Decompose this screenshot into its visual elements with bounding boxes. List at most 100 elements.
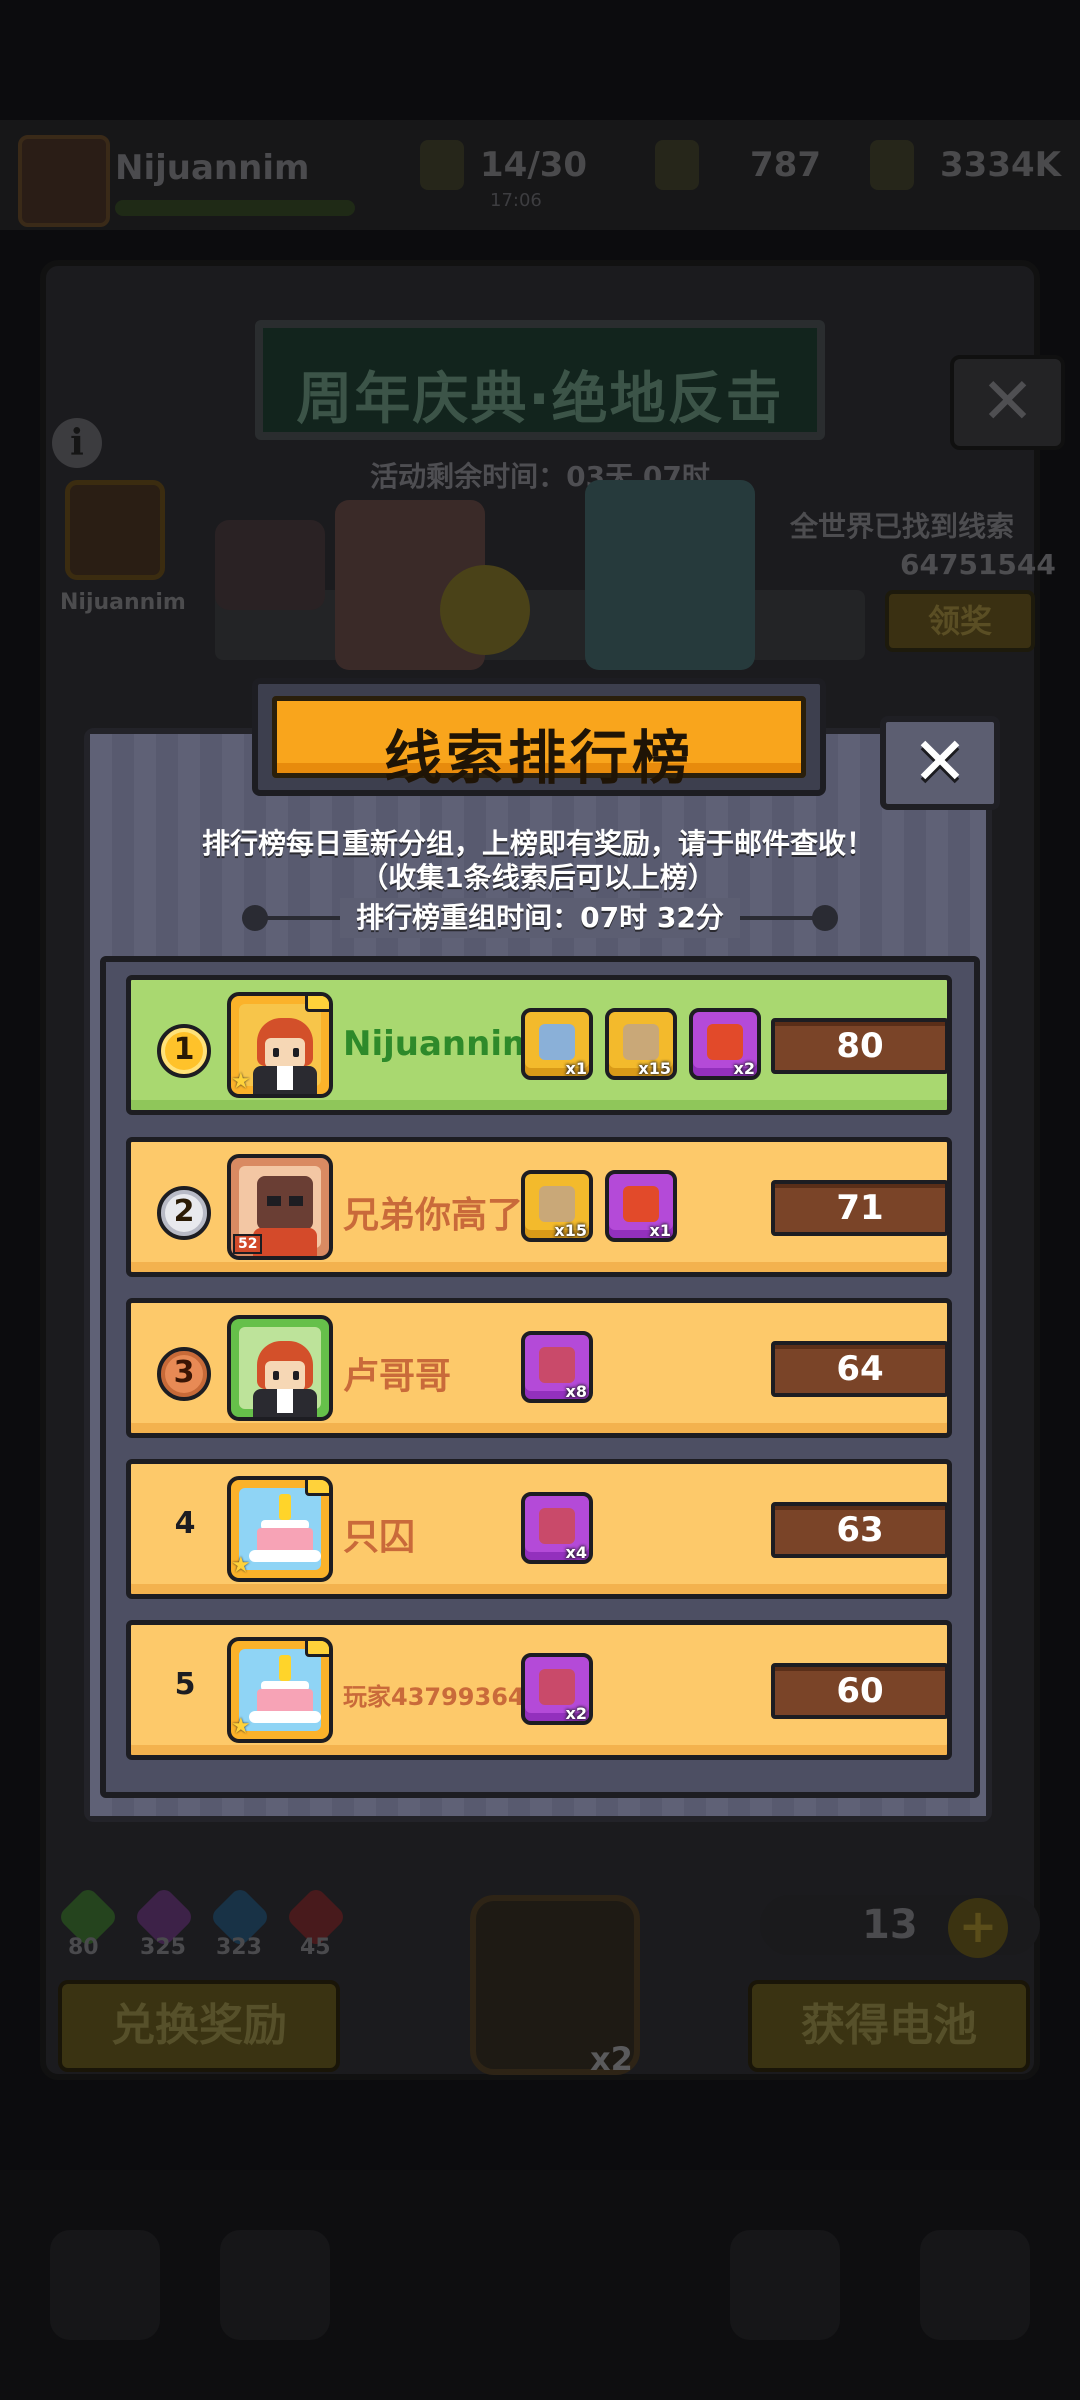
world-clues-label: 全世界已找到线索	[790, 510, 1015, 543]
close-button[interactable]: ✕	[880, 716, 1000, 810]
regroup-time: 排行榜重组时间：07时 32分	[340, 898, 740, 938]
shirt	[277, 1066, 293, 1090]
candle	[279, 1655, 291, 1681]
gem-currency-value: 787	[750, 145, 821, 185]
avatar-portrait	[239, 1649, 321, 1731]
leaderboard-row-1[interactable]: 1 ★ Nijuannim x1 x15 x2 80	[126, 975, 952, 1115]
red-gem-count: 45	[300, 1935, 331, 1960]
score-box: 80	[771, 1018, 949, 1074]
crown-icon	[305, 1641, 329, 1657]
leaderboard-row-3[interactable]: 3 卢哥哥 x8 64	[126, 1298, 952, 1438]
character-goggles-left	[215, 520, 325, 610]
rank-number: 4	[174, 1506, 196, 1541]
reward-count: x4	[565, 1543, 587, 1562]
reward-count: x1	[649, 1221, 671, 1240]
avatar: 52	[227, 1154, 333, 1260]
mask-head	[257, 1176, 313, 1230]
avatar	[227, 1315, 333, 1421]
lightbulb-icon	[440, 565, 530, 655]
add-battery-button[interactable]: +	[948, 1898, 1008, 1958]
gem-currency-icon	[655, 140, 699, 190]
reward-count: x2	[565, 1704, 587, 1723]
nav-item-1[interactable]	[50, 2230, 160, 2340]
player-avatar[interactable]	[18, 135, 110, 227]
event-close-button[interactable]: ✕	[950, 355, 1065, 450]
leaderboard-row-5[interactable]: 5 ★ 玩家43799364 x2 60	[126, 1620, 952, 1760]
gift-reward-icon[interactable]: x2	[689, 1008, 761, 1080]
clue-puzzle-reward-icon[interactable]: x2	[521, 1653, 593, 1725]
modal-header: 线索排行榜	[252, 678, 826, 796]
avatar: ★	[227, 992, 333, 1098]
coin-currency-icon	[870, 140, 914, 190]
info-icon[interactable]: i	[52, 418, 102, 468]
world-clues-count: 64751544	[900, 548, 1056, 581]
energy-timer: 17:06	[490, 190, 542, 211]
leaderboard-row-2[interactable]: 2 52 兄弟你高了 x15 x1 71	[126, 1137, 952, 1277]
scarf	[253, 1228, 317, 1256]
claim-button[interactable]: 领奖	[885, 590, 1035, 652]
purple-gem-count: 325	[140, 1935, 186, 1960]
green-gem-count: 80	[68, 1935, 99, 1960]
bottom-navigation	[0, 2170, 1080, 2400]
eye	[273, 1371, 279, 1380]
chest-reward-icon[interactable]: x15	[605, 1008, 677, 1080]
face	[265, 1038, 305, 1068]
nav-item-5[interactable]	[920, 2230, 1030, 2340]
energy-value: 14/30	[480, 145, 588, 185]
modal-title-bar: 线索排行榜	[272, 696, 806, 792]
avatar-portrait	[239, 1004, 321, 1094]
mask-eye	[289, 1196, 303, 1206]
clue-puzzle-reward-icon[interactable]: x4	[521, 1492, 593, 1564]
event-title: 周年庆典·绝地反击	[296, 367, 784, 432]
avatar: ★	[227, 1476, 333, 1582]
clue-puzzle-reward-icon[interactable]: x8	[521, 1331, 593, 1403]
candle	[279, 1494, 291, 1520]
rank-badge-silver: 2	[157, 1186, 211, 1240]
player-name: 只囚	[343, 1517, 416, 1558]
leaderboard-row-4[interactable]: 4 ★ 只囚 x4 63	[126, 1459, 952, 1599]
character-scientist	[585, 480, 755, 670]
divider-dot-right	[812, 905, 838, 931]
coin-currency-value: 3334K	[940, 145, 1061, 185]
reward-count: x8	[565, 1382, 587, 1401]
get-battery-button[interactable]: 获得电池	[748, 1980, 1030, 2072]
player-name: 卢哥哥	[343, 1356, 452, 1397]
star-icon: ★	[231, 1714, 251, 1739]
reward-count: x2	[733, 1059, 755, 1078]
magnifier-multiplier: x2	[590, 2040, 633, 2078]
rank-badge-bronze: 3	[157, 1347, 211, 1401]
reward-count: x1	[565, 1059, 587, 1078]
eye	[293, 1048, 299, 1057]
avatar-portrait	[239, 1327, 321, 1417]
chest-reward-icon[interactable]: x1	[521, 1008, 593, 1080]
event-title-plate: 周年庆典·绝地反击	[255, 320, 825, 440]
score-box: 60	[771, 1663, 949, 1719]
chest-art	[539, 1024, 575, 1060]
side-avatar[interactable]	[65, 480, 165, 580]
star-icon: ★	[231, 1069, 251, 1094]
eye	[293, 1371, 299, 1380]
player-name: Nijuannim	[115, 148, 310, 188]
gift-reward-icon[interactable]: x1	[605, 1170, 677, 1242]
exchange-rewards-button[interactable]: 兑换奖励	[58, 1980, 340, 2072]
rank-badge-gold: 1	[157, 1024, 211, 1078]
gift-art	[707, 1024, 743, 1060]
player-name: 玩家43799364	[343, 1683, 525, 1711]
blue-gem-count: 323	[216, 1935, 262, 1960]
avatar: ★	[227, 1637, 333, 1743]
battery-count: 13	[862, 1902, 918, 1948]
player-name: Nijuannim	[343, 1024, 538, 1064]
reward-count: x15	[554, 1221, 587, 1240]
face	[265, 1361, 305, 1391]
score-box: 63	[771, 1502, 949, 1558]
eye	[273, 1048, 279, 1057]
modal-title: 线索排行榜	[383, 724, 694, 792]
nav-item-4[interactable]	[730, 2230, 840, 2340]
chest-art	[539, 1186, 575, 1222]
nav-item-2[interactable]	[220, 2230, 330, 2340]
shirt	[277, 1389, 293, 1413]
rank-number: 5	[174, 1667, 196, 1702]
chest-reward-icon[interactable]: x15	[521, 1170, 593, 1242]
clue-art	[539, 1508, 575, 1544]
level-tag: 52	[233, 1234, 263, 1254]
